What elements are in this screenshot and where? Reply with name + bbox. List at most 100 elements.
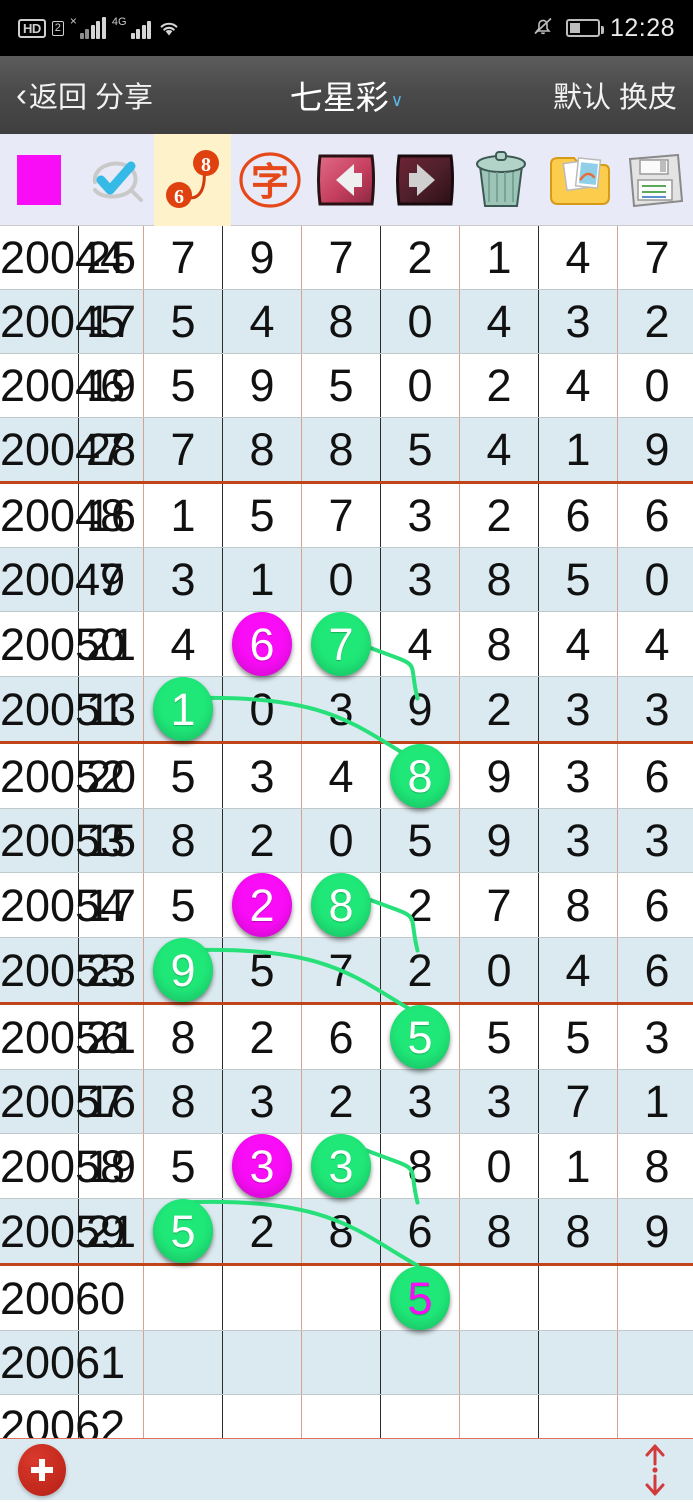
- cell-digit[interactable]: 5: [144, 743, 223, 809]
- highlight-marble[interactable]: 1: [153, 677, 213, 741]
- cell-digit[interactable]: 4: [381, 612, 460, 677]
- highlight-marble[interactable]: 5: [390, 1005, 450, 1069]
- cell-digit[interactable]: 3: [223, 743, 302, 809]
- cell-digit[interactable]: 3: [539, 290, 618, 354]
- cell-digit[interactable]: 5: [223, 938, 302, 1004]
- cell-digit[interactable]: 3: [539, 743, 618, 809]
- table-row[interactable]: 20048161573266: [0, 483, 693, 548]
- cell-digit[interactable]: 1: [539, 418, 618, 483]
- cell-digit[interactable]: 8: [460, 612, 539, 677]
- cell-digit[interactable]: 5: [302, 354, 381, 418]
- color-swatch-pink-icon[interactable]: [0, 134, 77, 226]
- highlight-marble[interactable]: 5: [153, 1199, 213, 1263]
- cell-digit[interactable]: 2: [223, 1004, 302, 1070]
- cell-digit[interactable]: 5: [381, 1265, 460, 1331]
- highlight-marble[interactable]: 7: [311, 612, 371, 676]
- cell-digit[interactable]: [381, 1331, 460, 1395]
- cell-digit[interactable]: 5: [144, 1134, 223, 1199]
- table-row[interactable]: 20053158205933: [0, 809, 693, 873]
- cell-digit[interactable]: 4: [618, 612, 693, 677]
- table-row[interactable]: 20057168323371: [0, 1070, 693, 1134]
- cell-digit[interactable]: 0: [618, 354, 693, 418]
- cell-digit[interactable]: 1: [460, 226, 539, 290]
- cell-digit[interactable]: 9: [223, 354, 302, 418]
- cell-digit[interactable]: 8: [302, 290, 381, 354]
- cell-digit[interactable]: 1: [618, 1070, 693, 1134]
- cell-digit[interactable]: 4: [539, 938, 618, 1004]
- cell-digit[interactable]: 7: [618, 226, 693, 290]
- photo-folder-icon[interactable]: [539, 134, 616, 226]
- cell-digit[interactable]: 3: [381, 548, 460, 612]
- cell-digit[interactable]: 2: [302, 1070, 381, 1134]
- cell-digit[interactable]: 2: [381, 938, 460, 1004]
- cell-digit[interactable]: 5: [144, 873, 223, 938]
- table-row[interactable]: 20047287885419: [0, 418, 693, 483]
- table-row[interactable]: 20058195338018: [0, 1134, 693, 1199]
- cell-digit[interactable]: 6: [381, 1199, 460, 1265]
- add-button[interactable]: [18, 1444, 66, 1496]
- cell-digit[interactable]: 9: [223, 226, 302, 290]
- cell-digit[interactable]: 6: [539, 483, 618, 548]
- cell-digit[interactable]: 5: [539, 1004, 618, 1070]
- cell-digit[interactable]: [618, 1331, 693, 1395]
- table-row[interactable]: 20055239572046: [0, 938, 693, 1004]
- table-row[interactable]: 20044257972147: [0, 226, 693, 290]
- cell-digit[interactable]: 3: [302, 677, 381, 743]
- floppy-save-icon[interactable]: [616, 134, 693, 226]
- cell-digit[interactable]: 6: [618, 938, 693, 1004]
- arrow-right-icon[interactable]: [385, 134, 462, 226]
- cell-digit[interactable]: 4: [460, 290, 539, 354]
- highlight-marble[interactable]: 2: [232, 873, 292, 937]
- cell-digit[interactable]: 5: [381, 809, 460, 873]
- trash-bin-icon[interactable]: [462, 134, 539, 226]
- check-erase-icon[interactable]: [77, 134, 154, 226]
- cell-digit[interactable]: 9: [460, 809, 539, 873]
- cell-digit[interactable]: 8: [539, 1199, 618, 1265]
- cell-digit[interactable]: [539, 1331, 618, 1395]
- cell-digit[interactable]: 8: [302, 1199, 381, 1265]
- cell-digit[interactable]: 6: [223, 612, 302, 677]
- table-row[interactable]: 20061: [0, 1331, 693, 1395]
- table-row[interactable]: 20059215286889: [0, 1199, 693, 1265]
- cell-digit[interactable]: [302, 1331, 381, 1395]
- cell-digit[interactable]: 4: [144, 612, 223, 677]
- cell-digit[interactable]: 7: [144, 226, 223, 290]
- cell-digit[interactable]: 1: [539, 1134, 618, 1199]
- cell-digit[interactable]: 3: [539, 809, 618, 873]
- highlight-marble[interactable]: 5: [390, 1266, 450, 1330]
- cell-digit[interactable]: 8: [381, 743, 460, 809]
- cell-digit[interactable]: 3: [539, 677, 618, 743]
- cell-digit[interactable]: 0: [223, 677, 302, 743]
- cell-digit[interactable]: 8: [144, 1004, 223, 1070]
- cell-digit[interactable]: 8: [539, 873, 618, 938]
- cell-digit[interactable]: 9: [460, 743, 539, 809]
- theme-switch-button[interactable]: 默认 换皮: [553, 74, 677, 116]
- cell-digit[interactable]: 3: [618, 809, 693, 873]
- cell-digit[interactable]: 3: [618, 1004, 693, 1070]
- cell-digit[interactable]: 2: [223, 809, 302, 873]
- cell-digit[interactable]: 2: [381, 873, 460, 938]
- cell-digit[interactable]: 0: [381, 354, 460, 418]
- cell-digit[interactable]: [144, 1331, 223, 1395]
- cell-digit[interactable]: 5: [460, 1004, 539, 1070]
- highlight-marble[interactable]: 3: [311, 1134, 371, 1198]
- cell-digit[interactable]: 6: [618, 483, 693, 548]
- cell-digit[interactable]: 7: [144, 418, 223, 483]
- cell-digit[interactable]: 9: [144, 938, 223, 1004]
- cell-digit[interactable]: 4: [460, 418, 539, 483]
- cell-digit[interactable]: 4: [302, 743, 381, 809]
- cell-digit[interactable]: 4: [539, 612, 618, 677]
- cell-digit[interactable]: 5: [223, 483, 302, 548]
- cell-digit[interactable]: 7: [302, 938, 381, 1004]
- cell-digit[interactable]: 8: [618, 1134, 693, 1199]
- cell-digit[interactable]: 8: [144, 1070, 223, 1134]
- highlight-marble[interactable]: 3: [232, 1134, 292, 1198]
- cell-digit[interactable]: [144, 1265, 223, 1331]
- cell-digit[interactable]: 2: [381, 226, 460, 290]
- cell-digit[interactable]: 2: [223, 1199, 302, 1265]
- cell-digit[interactable]: 4: [539, 354, 618, 418]
- cell-digit[interactable]: 8: [144, 809, 223, 873]
- cell-digit[interactable]: 3: [381, 1070, 460, 1134]
- highlight-marble[interactable]: 6: [232, 612, 292, 676]
- cell-digit[interactable]: 9: [381, 677, 460, 743]
